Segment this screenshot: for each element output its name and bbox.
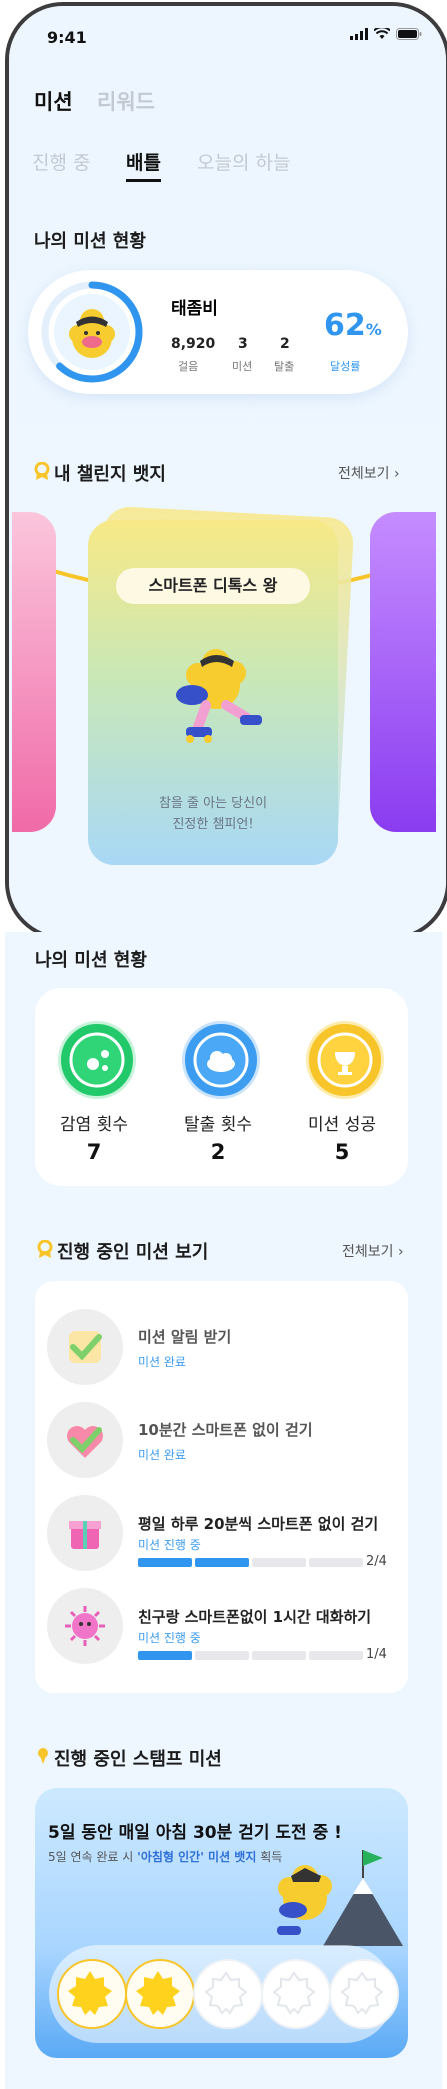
mission-status: 미션 진행 중 [138, 1538, 201, 1552]
subtab-battle[interactable]: 배틀 [126, 148, 161, 182]
success-value: 5 [334, 1140, 350, 1164]
stamp-day-4 [261, 1959, 331, 2029]
badges-see-all-label: 전체보기 [338, 466, 390, 482]
virus-icon [69, 1032, 125, 1088]
chevron-right-icon: › [397, 1244, 404, 1260]
status-time: 9:41 [47, 28, 87, 47]
escape-count-value: 2 [210, 1140, 226, 1164]
stamp-sub-highlight: '아침형 인간' 미션 뱃지 [137, 1850, 257, 1864]
mountain-zombie-icon [277, 1850, 403, 1946]
mission-status: 미션 진행 중 [138, 1631, 201, 1645]
badge-card-line2: 진정한 챔피언! [172, 817, 254, 832]
cloud-icon [193, 1032, 249, 1088]
progress-ring [41, 281, 143, 383]
escape-circle [182, 1021, 260, 1099]
missions-see-all[interactable]: 전체보기 › [342, 1241, 404, 1261]
pin-icon [38, 1748, 48, 1764]
badge-card-title: 스마트폰 디톡스 왕 [116, 568, 310, 604]
badge-card-left[interactable] [12, 512, 56, 832]
mission-title: 평일 하루 20분씩 스마트폰 없이 걷기 [138, 1515, 379, 1533]
percent-display: 62% [324, 308, 382, 343]
sun-stamp-icon [68, 1971, 112, 2015]
mission-title: 친구랑 스마트폰없이 1시간 대화하기 [138, 1608, 372, 1626]
signal-icon [350, 28, 368, 40]
stamp-day-1 [57, 1959, 127, 2029]
badge-card-right[interactable] [370, 512, 436, 832]
skating-zombie-icon [176, 649, 262, 743]
chevron-right-icon: › [393, 466, 400, 482]
empty-stamp-icon [204, 1971, 248, 2015]
status-icons [350, 28, 422, 40]
missions-see-all-label: 전체보기 [342, 1244, 394, 1260]
percent-label: 달성률 [330, 360, 361, 373]
mission-progress [138, 1651, 363, 1660]
empty-stamp-icon [272, 1971, 316, 2015]
wifi-icon [374, 28, 390, 39]
badge-card-line1: 참을 줄 아는 당신이 [158, 796, 268, 811]
stamp-subtitle: 5일 연속 완료 시 '아침형 인간' 미션 뱃지 획득 [48, 1848, 282, 1865]
badges-see-all[interactable]: 전체보기 › [338, 463, 400, 483]
stamp-day-3 [193, 1959, 263, 2029]
trophy-icon [317, 1032, 373, 1088]
tab-mission[interactable]: 미션 [34, 86, 73, 116]
virus-pink-icon [47, 1588, 123, 1664]
check-heart-icon [47, 1402, 123, 1478]
percent-value: 62 [324, 308, 366, 343]
subtab-today-sky[interactable]: 오늘의 하늘 [197, 148, 290, 175]
summary-title: 나의 미션 현황 [35, 950, 147, 971]
profile-name: 태좀비 [171, 299, 218, 319]
empty-stamp-icon [340, 1971, 384, 2015]
stamp-card[interactable]: 5일 동안 매일 아침 30분 걷기 도전 중 ! 5일 연속 완료 시 '아침… [35, 1788, 408, 2058]
missions-card: 미션 알림 받기 미션 완료 10분간 스마트폰 없이 걷기 미션 완료 평일 … [35, 1281, 408, 1693]
missions-value: 3 [238, 336, 248, 352]
mission-title: 10분간 스마트폰 없이 걷기 [138, 1421, 313, 1439]
badge-card-main[interactable]: 스마트폰 디톡스 왕 참을 줄 아는 당신이 진정한 챔피언! [88, 520, 338, 865]
mission-progress [138, 1558, 363, 1567]
stamp-day-5 [329, 1959, 399, 2029]
missions-title: 진행 중인 미션 보기 [57, 1242, 209, 1263]
mission-title: 미션 알림 받기 [138, 1328, 232, 1346]
tab-reward[interactable]: 리워드 [97, 86, 155, 116]
profile-card: 태좀비 8,920 걸음 3 미션 2 탈출 62% 달성률 [28, 270, 408, 394]
steps-value: 8,920 [171, 336, 216, 352]
my-status-title: 나의 미션 현황 [34, 231, 146, 252]
stamp-title: 진행 중인 스탬프 미션 [54, 1749, 222, 1770]
escape-label: 탈출 [274, 360, 295, 373]
badge-ribbon-icon [34, 462, 50, 480]
success-circle [306, 1021, 384, 1099]
stamp-row [49, 1945, 399, 2043]
missions-label: 미션 [232, 360, 253, 373]
subtab-in-progress[interactable]: 진행 중 [32, 148, 90, 175]
battery-icon [396, 28, 422, 40]
stamp-day-2 [125, 1959, 195, 2029]
mission-count: 1/4 [366, 1647, 387, 1662]
escape-value: 2 [280, 336, 290, 352]
infection-circle [58, 1021, 136, 1099]
mission-status: 미션 완료 [138, 1355, 186, 1369]
gift-icon [47, 1495, 123, 1571]
ribbon-icon [37, 1240, 53, 1258]
check-badge-icon [47, 1309, 123, 1385]
sun-stamp-icon [136, 1971, 180, 2015]
mission-status: 미션 완료 [138, 1448, 186, 1462]
success-label: 미션 성공 [308, 1115, 376, 1135]
stamp-sub-prefix: 5일 연속 완료 시 [48, 1850, 138, 1864]
mission-count: 2/4 [366, 1554, 387, 1569]
infection-value: 7 [86, 1140, 102, 1164]
badges-title: 내 챌린지 뱃지 [54, 464, 166, 485]
escape-count-label: 탈출 횟수 [184, 1115, 252, 1135]
steps-label: 걸음 [178, 360, 199, 373]
percent-unit: % [365, 320, 382, 339]
summary-card: 감염 횟수 7 탈출 횟수 2 미션 성공 5 [35, 988, 408, 1186]
infection-label: 감염 횟수 [60, 1115, 128, 1135]
